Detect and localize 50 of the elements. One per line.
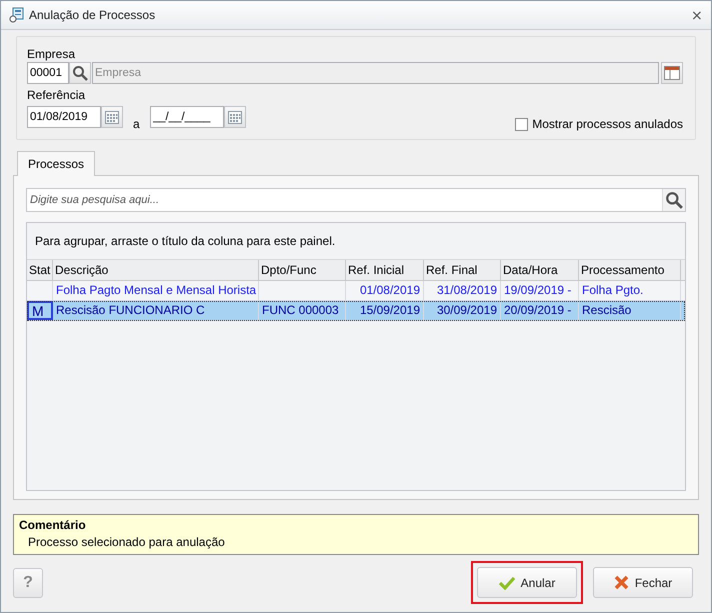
- column-header[interactable]: Processamento: [579, 260, 681, 280]
- column-header[interactable]: Stat: [27, 260, 53, 280]
- grid-row[interactable]: Folha Pagto Mensal e Mensal Horista 01/08/2019 31/08/2019 19/09/2019 - Folha Pgto.: [27, 281, 685, 301]
- table-cell: 30/09/2019: [424, 301, 501, 320]
- window-title: Anulação de Processos: [29, 8, 156, 22]
- column-header[interactable]: Ref. Final: [424, 260, 501, 280]
- calendar-button[interactable]: [224, 106, 246, 128]
- column-header[interactable]: Data/Hora: [501, 260, 579, 280]
- table-cell: Rescisão: [579, 301, 681, 320]
- grid-row[interactable]: M Rescisão FUNCIONARIO C FUNC 000003 15/09/2019 30/09/2019 20/09/2019 - Rescisão: [27, 301, 685, 321]
- column-header[interactable]: Descrição: [53, 260, 259, 280]
- table-cell: FUNC 000003: [259, 301, 346, 320]
- field-label: Referência: [27, 88, 86, 102]
- comment-title: Comentário: [19, 518, 87, 533]
- column-header[interactable]: Dpto/Func: [259, 260, 346, 280]
- range-separator: a: [133, 117, 140, 131]
- confirm-button[interactable]: Anular: [477, 567, 577, 598]
- table-cell: Rescisão FUNCIONARIO C: [53, 301, 259, 320]
- calendar-icon: [228, 110, 242, 124]
- table-cell: 15/09/2019: [346, 301, 424, 320]
- field-label: Empresa: [27, 47, 76, 61]
- calendar-button[interactable]: [101, 106, 123, 128]
- table-cell: M: [27, 301, 53, 320]
- tab[interactable]: Processos: [17, 151, 96, 176]
- checkbox-label: Mostrar processos anulados: [532, 117, 683, 131]
- cross-icon: [614, 575, 629, 590]
- table-cell: 19/09/2019 -: [501, 281, 579, 300]
- table-cell: 31/08/2019: [424, 281, 501, 300]
- calendar-icon: [105, 110, 119, 124]
- date-field[interactable]: 01/08/2019: [27, 106, 101, 128]
- lookup-button[interactable]: [661, 62, 683, 84]
- table-icon: [664, 66, 680, 80]
- comment-text: Processo selecionado para anulação: [27, 534, 226, 551]
- company-name-field[interactable]: Empresa: [92, 62, 659, 84]
- table-cell: Folha Pagto Mensal e Mensal Horista: [53, 281, 259, 300]
- table-cell: 20/09/2019 -: [501, 301, 579, 320]
- check-icon: [498, 576, 515, 590]
- checkbox[interactable]: [515, 118, 528, 130]
- search-icon: [665, 191, 683, 209]
- group-hint: Para agrupar, arraste o título da coluna para este painel.: [35, 234, 336, 248]
- company-code-field[interactable]: 00001: [27, 62, 69, 84]
- table-cell: 01/08/2019: [346, 281, 424, 300]
- search-button[interactable]: [69, 62, 91, 84]
- date-field[interactable]: __/__/____: [150, 106, 224, 128]
- close-dialog-button[interactable]: Fechar: [593, 567, 693, 598]
- table-cell: Folha Pgto.: [579, 281, 681, 300]
- close-button[interactable]: ⨯: [691, 7, 703, 23]
- column-header[interactable]: Ref. Inicial: [346, 260, 424, 280]
- search-icon: [72, 65, 88, 81]
- app-icon: [9, 7, 25, 23]
